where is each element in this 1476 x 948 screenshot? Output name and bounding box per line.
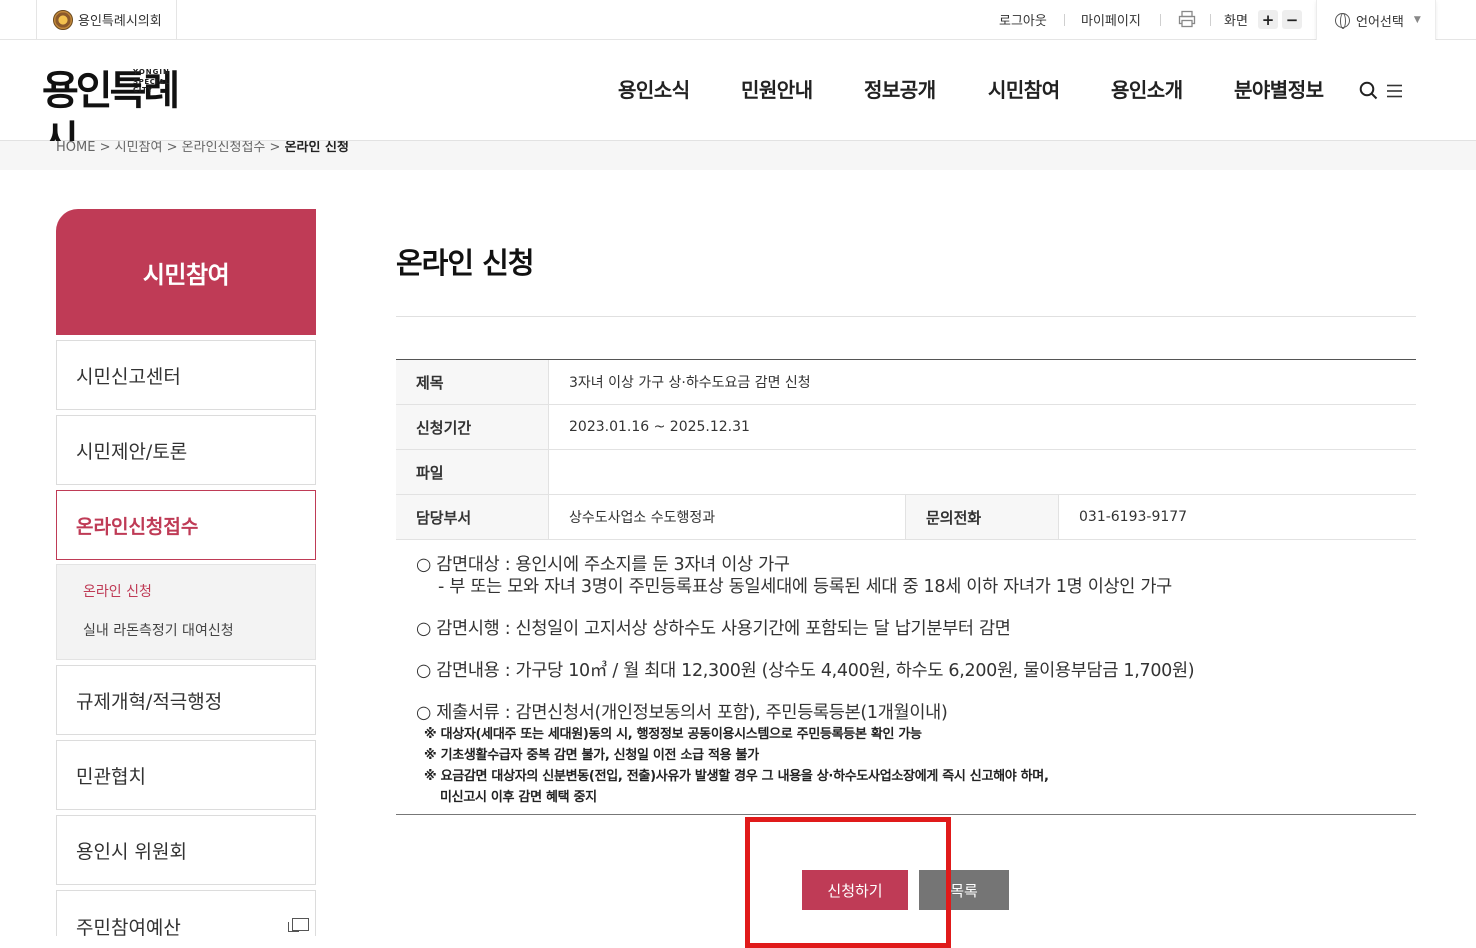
sidebar-item-online-application[interactable]: 온라인신청접수	[56, 490, 316, 560]
divider	[1160, 14, 1161, 26]
breadcrumb-separator: >	[166, 141, 178, 155]
table-cell-file	[548, 450, 1416, 494]
nav-item-info-disclosure[interactable]: 정보공개	[864, 74, 936, 103]
sidebar-item-participatory-budget[interactable]: 주민참여예산	[56, 890, 316, 939]
table-cell-period: 2023.01.16 ~ 2025.12.31	[548, 405, 1416, 449]
table-cell-phone: 031-6193-9177	[1058, 495, 1416, 539]
table-header-phone: 문의전화	[905, 495, 1058, 539]
table-cell-department: 상수도사업소 수도행정과	[548, 495, 905, 539]
logout-link[interactable]: 로그아웃	[999, 0, 1047, 39]
language-select[interactable]: 언어선택 ▼	[1316, 0, 1436, 40]
sidebar-item-label: 주민참여예산	[76, 917, 181, 939]
table-row: 파일	[396, 450, 1416, 495]
utility-bar: 용인특례시의회 로그아웃 마이페이지 화면 + − 언어선택 ▼	[0, 0, 1476, 40]
breadcrumb-item[interactable]: 온라인신청접수	[182, 141, 266, 155]
description-line: ○ 감면내용 : 가구당 10㎥ / 월 최대 12,300원 (상수도 4,4…	[416, 661, 1195, 681]
breadcrumb-separator: >	[269, 141, 281, 155]
sidebar-item-governance[interactable]: 민관협치	[56, 740, 316, 810]
site-logo[interactable]: 용인특례시 YONGIN SPECIAL CITY	[42, 66, 192, 164]
zoom-in-button[interactable]: +	[1258, 10, 1278, 29]
breadcrumb-home[interactable]: HOME	[56, 141, 95, 155]
table-header-file: 파일	[396, 450, 548, 494]
search-icon[interactable]	[1359, 81, 1378, 100]
breadcrumb-item[interactable]: 시민참여	[115, 141, 163, 155]
external-link-icon	[288, 918, 309, 932]
table-cell-title: 3자녀 이상 가구 상·하수도요금 감면 신청	[548, 360, 1416, 404]
breadcrumb-separator: >	[99, 141, 111, 155]
notice-line: 미신고시 이후 감면 혜택 중지	[440, 790, 597, 805]
breadcrumb-current: 온라인 신청	[284, 141, 349, 155]
highlight-box	[745, 817, 951, 948]
nav-item-field-info[interactable]: 분야별정보	[1234, 74, 1324, 103]
screen-label: 화면	[1224, 14, 1248, 29]
table-header-title: 제목	[396, 360, 548, 404]
sidebar-item-report-center[interactable]: 시민신고센터	[56, 340, 316, 410]
logo-subtext: YONGIN	[133, 68, 170, 76]
sidebar-submenu: 온라인 신청 실내 라돈측정기 대여신청	[56, 564, 316, 660]
council-label: 용인특례시의회	[78, 14, 162, 29]
breadcrumb: HOME > 시민참여 > 온라인신청접수 > 온라인 신청	[0, 141, 1476, 170]
menu-icon[interactable]	[1387, 84, 1402, 98]
page-title: 온라인 신청	[396, 246, 534, 280]
table-header-period: 신청기간	[396, 405, 548, 449]
description-line: ○ 제출서류 : 감면신청서(개인정보동의서 포함), 주민등록등본(1개월이내…	[416, 703, 948, 723]
table-row: 담당부서 상수도사업소 수도행정과 문의전화 031-6193-9177	[396, 495, 1416, 540]
notice-line: ※ 대상자(세대주 또는 세대원)동의 시, 행정정보 공동이용시스템으로 주민…	[424, 727, 922, 742]
table-row: 신청기간 2023.01.16 ~ 2025.12.31	[396, 405, 1416, 450]
divider	[1064, 14, 1065, 26]
council-link[interactable]: 용인특례시의회	[36, 0, 177, 39]
notice-line: ※ 기초생활수급자 중복 감면 불가, 신청일 이전 소급 적용 불가	[424, 748, 759, 763]
notice-line: ※ 요금감면 대상자의 신분변동(전입, 전출)사유가 발생할 경우 그 내용을…	[424, 769, 1049, 784]
table-header-department: 담당부서	[396, 495, 548, 539]
language-label: 언어선택	[1356, 14, 1404, 30]
divider	[396, 814, 1416, 815]
divider	[1210, 14, 1211, 26]
chevron-down-icon: ▼	[1413, 15, 1421, 25]
sidebar-item-regulation-reform[interactable]: 규제개혁/적극행정	[56, 665, 316, 735]
sidebar-subitem-radon-rental[interactable]: 실내 라돈측정기 대여신청	[83, 620, 234, 640]
zoom-out-button[interactable]: −	[1282, 10, 1302, 29]
print-icon[interactable]	[1178, 10, 1196, 28]
logo-subtext: SPECIAL CITY	[133, 78, 170, 94]
sidebar-subitem-online-apply[interactable]: 온라인 신청	[83, 581, 152, 601]
description-line: ○ 감면시행 : 신청일이 고지서상 상하수도 사용기간에 포함되는 달 납기분…	[416, 619, 1011, 639]
detail-table: 제목 3자녀 이상 가구 상·하수도요금 감면 신청 신청기간 2023.01.…	[396, 359, 1416, 540]
divider	[396, 316, 1416, 317]
description-line: - 부 또는 모와 자녀 3명이 주민등록표상 동일세대에 등록된 세대 중 1…	[438, 577, 1172, 597]
sidebar-title: 시민참여	[56, 209, 316, 335]
nav-item-news[interactable]: 용인소식	[618, 74, 690, 103]
main-header: 용인특례시 YONGIN SPECIAL CITY 용인소식 민원안내 정보공개…	[0, 40, 1476, 164]
nav-item-participation[interactable]: 시민참여	[988, 74, 1060, 103]
sidebar-item-committee[interactable]: 용인시 위원회	[56, 815, 316, 885]
globe-icon	[1335, 12, 1350, 29]
mypage-link[interactable]: 마이페이지	[1081, 0, 1141, 39]
nav-item-civil-service[interactable]: 민원안내	[741, 74, 813, 103]
council-seal-icon	[53, 9, 73, 30]
table-row: 제목 3자녀 이상 가구 상·하수도요금 감면 신청	[396, 360, 1416, 405]
sidebar-item-proposal[interactable]: 시민제안/토론	[56, 415, 316, 485]
breadcrumb-trail: HOME > 시민참여 > 온라인신청접수 > 온라인 신청	[56, 141, 349, 155]
nav-item-about[interactable]: 용인소개	[1111, 74, 1183, 103]
